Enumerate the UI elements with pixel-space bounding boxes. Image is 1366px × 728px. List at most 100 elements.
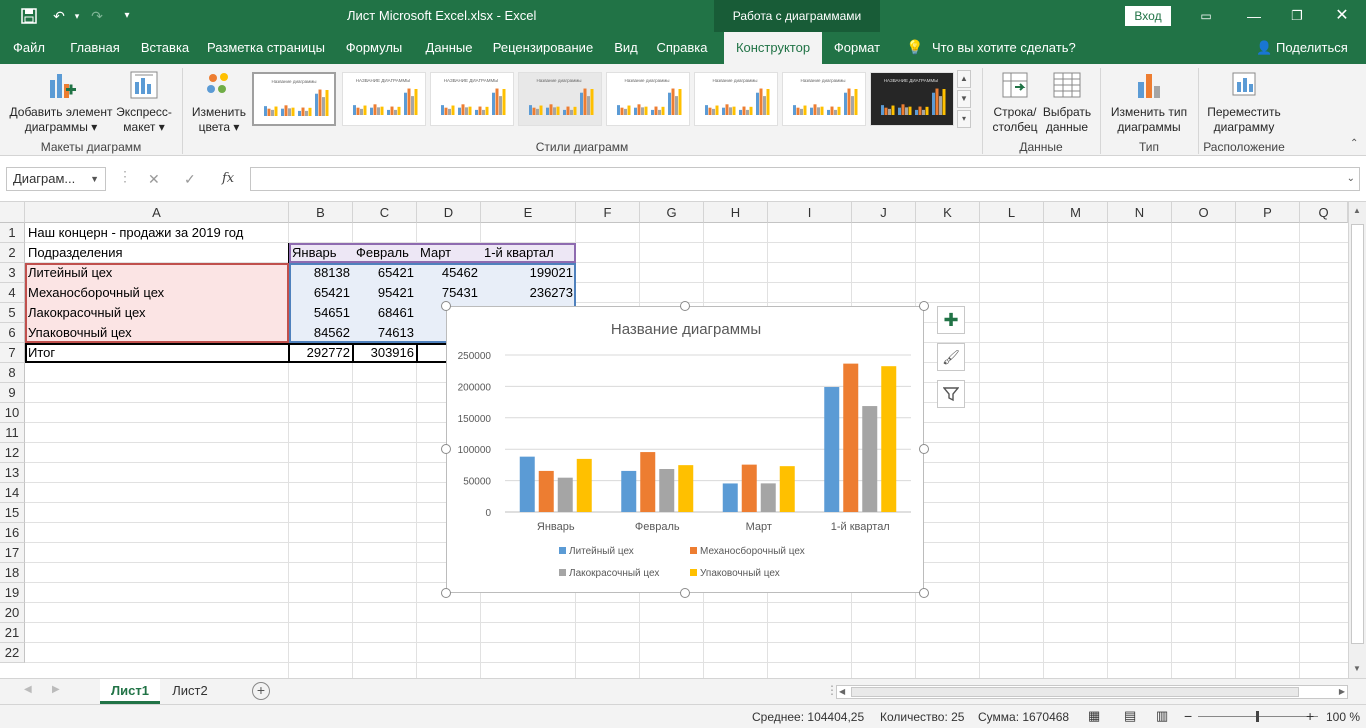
horizontal-scrollbar-thumb[interactable]	[851, 687, 1299, 697]
zoom-in-icon[interactable]: +	[1306, 708, 1314, 724]
next-sheet-icon[interactable]: ▶	[52, 684, 60, 695]
row-header-20[interactable]: 20	[0, 603, 25, 623]
column-header-g[interactable]: G	[640, 202, 704, 223]
quick-layout-button[interactable]: Экспресс- макет ▾	[114, 68, 174, 135]
share-button[interactable]: Поделиться	[1276, 32, 1348, 64]
row-header-15[interactable]: 15	[0, 503, 25, 523]
tab-home[interactable]: Главная	[60, 32, 130, 64]
tab-view[interactable]: Вид	[604, 32, 648, 64]
row-header-7[interactable]: 7	[0, 343, 25, 363]
restore-icon[interactable]: ❐	[1287, 6, 1307, 26]
cell-b2[interactable]: Январь	[289, 243, 353, 263]
column-header-d[interactable]: D	[417, 202, 481, 223]
redo-icon[interactable]: ↷	[86, 6, 108, 26]
row-header-4[interactable]: 4	[0, 283, 25, 303]
gallery-scroll-up-icon[interactable]: ▲	[957, 70, 971, 88]
chart-object[interactable]: Название диаграммы 0 50000 100000 150000 2000…	[446, 306, 924, 593]
normal-view-icon[interactable]: ▦	[1088, 708, 1100, 724]
tab-formulas[interactable]: Формулы	[334, 32, 414, 64]
tab-format[interactable]: Формат	[824, 32, 890, 64]
change-colors-button[interactable]: Изменить цвета ▾	[188, 68, 250, 135]
row-header-19[interactable]: 19	[0, 583, 25, 603]
chart-resize-handle[interactable]	[919, 444, 929, 454]
cell-c6[interactable]: 74613	[353, 323, 417, 343]
scroll-up-icon[interactable]: ▲	[1353, 206, 1361, 215]
cell-a1[interactable]: Наш концерн - продажи за 2019 год	[25, 223, 325, 243]
move-chart-button[interactable]: Переместить диаграмму	[1204, 68, 1284, 135]
cell-b5[interactable]: 54651	[289, 303, 353, 323]
column-header-i[interactable]: I	[768, 202, 852, 223]
zoom-out-icon[interactable]: −	[1184, 708, 1192, 724]
column-header-h[interactable]: H	[704, 202, 768, 223]
tab-data[interactable]: Данные	[416, 32, 482, 64]
cell-d2[interactable]: Март	[417, 243, 481, 263]
prev-sheet-icon[interactable]: ◀	[24, 684, 32, 695]
cell-c2[interactable]: Февраль	[353, 243, 417, 263]
chart-style-8[interactable]: НАЗВАНИЕ ДИАГРАММЫ	[870, 72, 954, 126]
cell-a6[interactable]: Упаковочный цех	[25, 323, 289, 343]
column-header-j[interactable]: J	[852, 202, 916, 223]
row-header-22[interactable]: 22	[0, 643, 25, 663]
chart-style-3[interactable]: НАЗВАНИЕ ДИАГРАММЫ	[430, 72, 514, 126]
name-box-dropdown-icon[interactable]: ▼	[90, 168, 99, 190]
cell-a5[interactable]: Лакокрасочный цех	[25, 303, 289, 323]
formula-input[interactable]: ⌄	[250, 167, 1360, 191]
column-header-l[interactable]: L	[980, 202, 1044, 223]
cell-d4[interactable]: 75431	[417, 283, 481, 303]
cell-c4[interactable]: 95421	[353, 283, 417, 303]
row-header-6[interactable]: 6	[0, 323, 25, 343]
add-chart-element-button[interactable]: Добавить элемент диаграммы ▾	[8, 68, 114, 135]
chart-style-2[interactable]: НАЗВАНИЕ ДИАГРАММЫ	[342, 72, 426, 126]
cell-b4[interactable]: 65421	[289, 283, 353, 303]
column-header-e[interactable]: E	[481, 202, 576, 223]
chart-resize-handle[interactable]	[441, 588, 451, 598]
column-header-p[interactable]: P	[1236, 202, 1300, 223]
row-header-14[interactable]: 14	[0, 483, 25, 503]
row-header-16[interactable]: 16	[0, 523, 25, 543]
sheet-tab-1[interactable]: Лист1	[100, 679, 160, 704]
select-data-button[interactable]: Выбрать данные	[1040, 68, 1094, 135]
cancel-formula-icon[interactable]: ✕	[148, 167, 160, 191]
chart-resize-handle[interactable]	[919, 588, 929, 598]
vertical-scrollbar[interactable]: ▲ ▼	[1348, 202, 1366, 678]
chart-resize-handle[interactable]	[441, 301, 451, 311]
cell-c5[interactable]: 68461	[353, 303, 417, 323]
column-header-m[interactable]: M	[1044, 202, 1108, 223]
chart-resize-handle[interactable]	[441, 444, 451, 454]
chart-elements-plus-icon[interactable]: ✚	[937, 306, 965, 334]
cell-a2[interactable]: Подразделения	[25, 243, 289, 263]
row-header-18[interactable]: 18	[0, 563, 25, 583]
cell-a7[interactable]: Итог	[25, 343, 289, 363]
cell-b3[interactable]: 88138	[289, 263, 353, 283]
cell-a4[interactable]: Механосборочный цех	[25, 283, 289, 303]
undo-dropdown-icon[interactable]: ▾	[66, 6, 88, 26]
ribbon-display-options-icon[interactable]: ▭	[1196, 6, 1216, 26]
tab-insert[interactable]: Вставка	[132, 32, 198, 64]
chart-resize-handle[interactable]	[680, 301, 690, 311]
column-header-n[interactable]: N	[1108, 202, 1172, 223]
cell-c3[interactable]: 65421	[353, 263, 417, 283]
insert-function-icon[interactable]: fx	[222, 167, 234, 191]
tab-page-layout[interactable]: Разметка страницы	[200, 32, 332, 64]
cell-d3[interactable]: 45462	[417, 263, 481, 283]
row-header-10[interactable]: 10	[0, 403, 25, 423]
minimize-icon[interactable]: —	[1244, 6, 1264, 26]
tab-help[interactable]: Справка	[650, 32, 714, 64]
cell-e3[interactable]: 199021	[481, 263, 576, 283]
cell-c7[interactable]: 303916	[353, 343, 417, 363]
page-layout-view-icon[interactable]: ▤	[1124, 708, 1136, 724]
add-sheet-icon[interactable]: +	[252, 682, 270, 700]
gallery-more-icon[interactable]: ▾	[957, 110, 971, 128]
collapse-ribbon-icon[interactable]: ⌃	[1350, 138, 1358, 149]
signin-button[interactable]: Вход	[1125, 6, 1171, 26]
column-header-c[interactable]: C	[353, 202, 417, 223]
scroll-left-icon[interactable]: ◀	[839, 686, 845, 698]
horizontal-scrollbar[interactable]: ◀ ▶	[836, 685, 1348, 699]
cell-b7[interactable]: 292772	[289, 343, 353, 363]
expand-formula-icon[interactable]: ⌄	[1347, 168, 1355, 190]
cell-e2[interactable]: 1-й квартал	[481, 243, 576, 263]
row-header-3[interactable]: 3	[0, 263, 25, 283]
vertical-scrollbar-thumb[interactable]	[1351, 224, 1364, 644]
save-icon[interactable]	[18, 6, 40, 29]
change-chart-type-button[interactable]: Изменить тип диаграммы	[1106, 68, 1192, 135]
